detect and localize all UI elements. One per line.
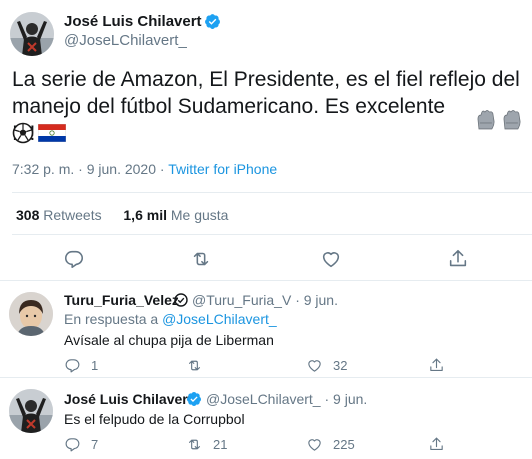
tweet-timestamp: 7:32 p. m. · 9 jun. 2020 · Twitter for i…	[12, 161, 277, 177]
likes-count: 1,6 mil	[123, 207, 167, 223]
reply-avatar[interactable]	[9, 389, 53, 433]
like-icon[interactable]	[320, 248, 342, 270]
tweet-text-line-2: manejo del fútbol Sudamericano. Es excel…	[12, 95, 446, 145]
meta-separator: ·	[159, 161, 165, 177]
likes-stat[interactable]: 1,6 mil Me gusta	[123, 207, 228, 223]
tweet-text: La serie de Amazon, El Presidente, es el…	[12, 66, 524, 147]
reply-handle-text[interactable]: @Turu_Furia_V	[192, 292, 291, 308]
reply-time[interactable]: · 9 jun.	[325, 391, 368, 407]
retweets-count: 308	[16, 207, 40, 223]
author-name[interactable]: José Luis Chilavert	[64, 13, 202, 30]
retweets-stat[interactable]: 308 Retweets	[16, 207, 102, 223]
emoji-line	[12, 122, 66, 144]
avatar-image	[9, 389, 53, 433]
reply-reply-button[interactable]: 1	[64, 356, 98, 374]
reply-icon	[65, 358, 80, 372]
check-circle-icon	[174, 293, 188, 307]
tweet-stats: 308 Retweets 1,6 mil Me gusta	[16, 207, 228, 223]
likes-label: Me gusta	[170, 207, 229, 223]
tweet-time[interactable]: 7:32 p. m.	[12, 161, 74, 177]
reply-handle-text[interactable]: @JoseLChilavert_	[206, 391, 321, 407]
retweet-count: 21	[213, 436, 228, 452]
reply-share-button[interactable]	[428, 356, 445, 374]
reply-author-name[interactable]: José Luis Chilavert	[64, 391, 192, 407]
tweet-text-line-1: La serie de Amazon, El Presidente, es el…	[12, 68, 520, 91]
retweets-label: Retweets	[43, 207, 102, 223]
tweet-source-link[interactable]: Twitter for iPhone	[168, 161, 277, 177]
reply-like-button[interactable]: 225	[306, 435, 355, 453]
author-avatar[interactable]	[10, 12, 54, 56]
like-count: 32	[333, 357, 348, 373]
meta-separator: ·	[78, 161, 83, 177]
verified-badge-icon	[186, 392, 201, 406]
share-icon	[430, 358, 443, 371]
reply-count: 1	[91, 357, 99, 373]
reply-time[interactable]: · 9 jun.	[295, 292, 338, 308]
reply-tweet[interactable]: José Luis Chilavert @JoseLChilavert_ · 9…	[0, 378, 532, 459]
reply-author-handle: @JoseLChilavert_ · 9 jun.	[206, 391, 367, 407]
retweet-icon	[188, 360, 201, 370]
retweet-icon	[188, 439, 201, 449]
reply-count: 7	[91, 436, 99, 452]
share-icon	[430, 437, 443, 450]
paraguay-flag-icon	[38, 124, 66, 142]
avatar-image	[10, 12, 54, 56]
reply-avatar[interactable]	[9, 292, 53, 336]
reply-retweet-button[interactable]	[186, 356, 213, 374]
divider	[12, 234, 532, 235]
like-count: 225	[333, 436, 355, 452]
divider	[12, 192, 532, 193]
reply-prefix: En respuesta a	[64, 311, 159, 327]
reply-icon	[65, 437, 80, 451]
soccer-ball-icon	[12, 122, 34, 144]
reply-tweet[interactable]: Turu_Furia_Velez @Turu_Furia_V · 9 jun. …	[0, 281, 532, 377]
tweet-text-line-2-row: manejo del fútbol Sudamericano. Es excel…	[12, 93, 524, 147]
reply-share-button[interactable]	[428, 435, 445, 453]
main-tweet: José Luis Chilavert @JoseLChilavert_ La …	[0, 0, 532, 280]
reply-author-name[interactable]: Turu_Furia_Velez	[64, 292, 179, 308]
reply-reply-button[interactable]: 7	[64, 435, 98, 453]
reply-author-handle: @Turu_Furia_V · 9 jun.	[192, 292, 338, 308]
reply-retweet-button[interactable]: 21	[186, 435, 227, 453]
reply-text: Es el felpudo de la Corrupbol	[64, 411, 245, 427]
reply-like-button[interactable]: 32	[306, 356, 347, 374]
goalkeeper-glove-icon	[477, 110, 495, 130]
avatar-image	[9, 292, 53, 336]
goalkeeper-glove-icon	[503, 110, 521, 130]
tweet-date[interactable]: 9 jun. 2020	[87, 161, 156, 177]
like-icon	[308, 359, 321, 372]
retweet-icon[interactable]	[190, 248, 212, 270]
reply-text: Avísale al chupa pija de Liberman	[64, 332, 274, 348]
reply-icon[interactable]	[63, 248, 85, 270]
share-icon[interactable]	[447, 248, 469, 270]
author-handle[interactable]: @JoseLChilavert_	[64, 32, 187, 49]
in-reply-to: En respuesta a @JoseLChilavert_	[64, 311, 277, 327]
reply-mention-link[interactable]: @JoseLChilavert_	[162, 311, 277, 327]
like-icon	[308, 438, 321, 451]
verified-badge-icon	[205, 14, 220, 29]
